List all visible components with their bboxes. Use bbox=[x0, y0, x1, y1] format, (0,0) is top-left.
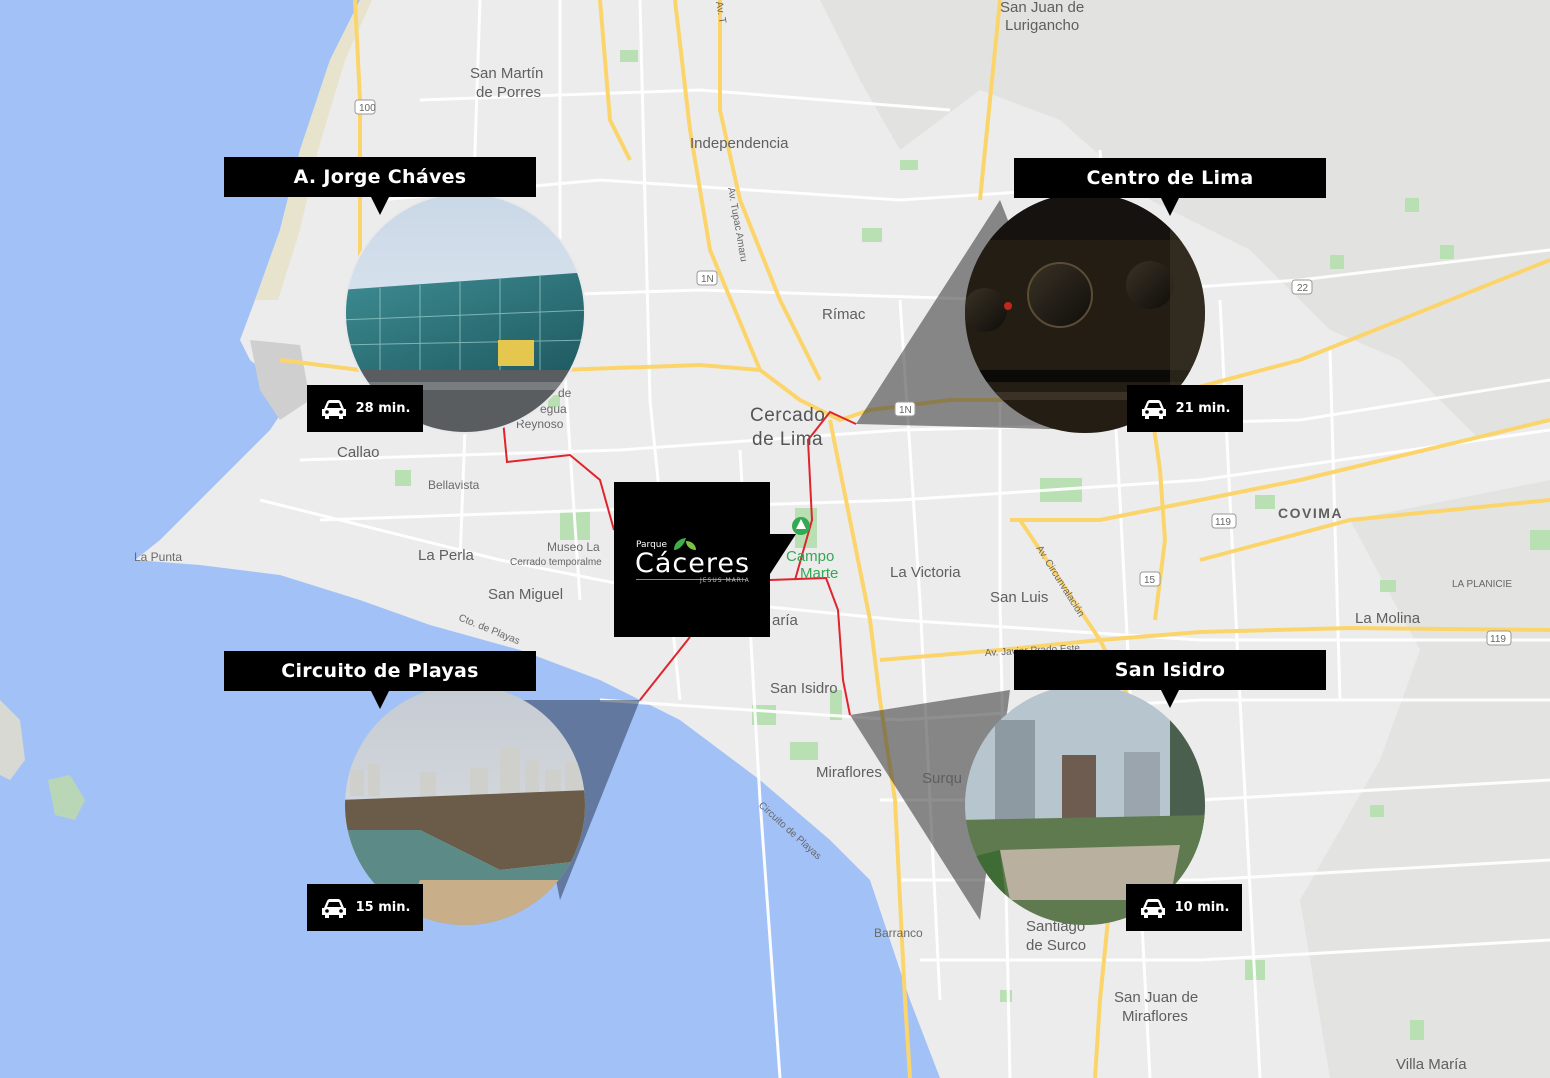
road-15: 15 bbox=[1144, 575, 1156, 586]
time-text: 21 min. bbox=[1175, 401, 1231, 416]
label-museo-sub: Cerrado temporalme bbox=[510, 557, 602, 568]
time-badge-airport: 28 min. bbox=[307, 385, 423, 432]
time-text: 10 min. bbox=[1174, 900, 1230, 915]
label-laperla: La Perla bbox=[418, 547, 475, 564]
label-smp-2: de Porres bbox=[476, 84, 541, 101]
label-cercado-1: Cercado bbox=[750, 405, 825, 426]
car-icon bbox=[1141, 399, 1166, 419]
road-119: 119 bbox=[1215, 517, 1231, 528]
label-reynoso-1: de bbox=[558, 386, 572, 400]
car-icon bbox=[321, 898, 346, 918]
label-sjl-2: Lurigancho bbox=[1005, 17, 1079, 34]
road-1n: 1N bbox=[701, 274, 714, 285]
label-smp-1: San Martín bbox=[470, 65, 543, 82]
time-badge-playas: 15 min. bbox=[307, 884, 423, 931]
destination-title-playas: Circuito de Playas bbox=[224, 651, 536, 709]
time-badge-sanisidro: 10 min. bbox=[1126, 884, 1242, 931]
time-text: 28 min. bbox=[355, 401, 411, 416]
road-119-b: 119 bbox=[1490, 634, 1506, 645]
car-icon bbox=[1140, 898, 1165, 918]
label-rimac: Rímac bbox=[822, 306, 866, 323]
road-22: 22 bbox=[1297, 283, 1309, 294]
label-bellavista: Bellavista bbox=[428, 478, 480, 492]
label-sjl-1: San Juan de bbox=[1000, 0, 1084, 16]
label-lavictoria: La Victoria bbox=[890, 564, 961, 581]
car-icon bbox=[321, 399, 346, 419]
logo-sub-text: JESUS MARIA bbox=[700, 577, 750, 584]
time-text: 15 min. bbox=[355, 900, 411, 915]
destination-title-centro: Centro de Lima bbox=[1014, 158, 1326, 216]
logo-main-text: Cáceres bbox=[635, 548, 751, 579]
label-barranco: Barranco bbox=[874, 926, 923, 940]
time-badge-centro: 21 min. bbox=[1127, 385, 1243, 432]
parque-caceres-logo: Parque Cáceres JESUS MARIA bbox=[614, 482, 796, 637]
label-cercado-2: de Lima bbox=[752, 429, 823, 450]
label-villamaria: Villa María bbox=[1396, 1056, 1467, 1073]
label-sjm-2: Miraflores bbox=[1122, 1008, 1188, 1025]
destination-title-sanisidro: San Isidro bbox=[1014, 650, 1326, 708]
label-independencia: Independencia bbox=[690, 135, 789, 152]
label-lamolina: La Molina bbox=[1355, 610, 1421, 627]
label-sjm-1: San Juan de bbox=[1114, 989, 1198, 1006]
destination-title-airport: A. Jorge Cháves bbox=[224, 157, 536, 215]
label-callao: Callao bbox=[337, 444, 380, 461]
label-surquillo: Surqu bbox=[922, 770, 962, 787]
label-surco-2: de Surco bbox=[1026, 937, 1086, 954]
label-covima: COVIMA bbox=[1278, 505, 1343, 521]
label-sanisidro: San Isidro bbox=[770, 680, 838, 697]
tree-icon bbox=[792, 517, 810, 535]
label-museo: Museo La bbox=[547, 540, 600, 554]
label-miraflores: Miraflores bbox=[816, 764, 882, 781]
label-campomarte-2: Marte bbox=[800, 565, 838, 582]
road-100: 100 bbox=[359, 103, 376, 114]
label-maria: aría bbox=[772, 612, 799, 629]
road-1n-2: 1N bbox=[899, 405, 912, 416]
label-laplanicie: LA PLANICIE bbox=[1452, 579, 1512, 590]
label-sanmiguel: San Miguel bbox=[488, 586, 563, 603]
label-lapunta: La Punta bbox=[134, 550, 182, 564]
label-sanluis: San Luis bbox=[990, 589, 1048, 606]
